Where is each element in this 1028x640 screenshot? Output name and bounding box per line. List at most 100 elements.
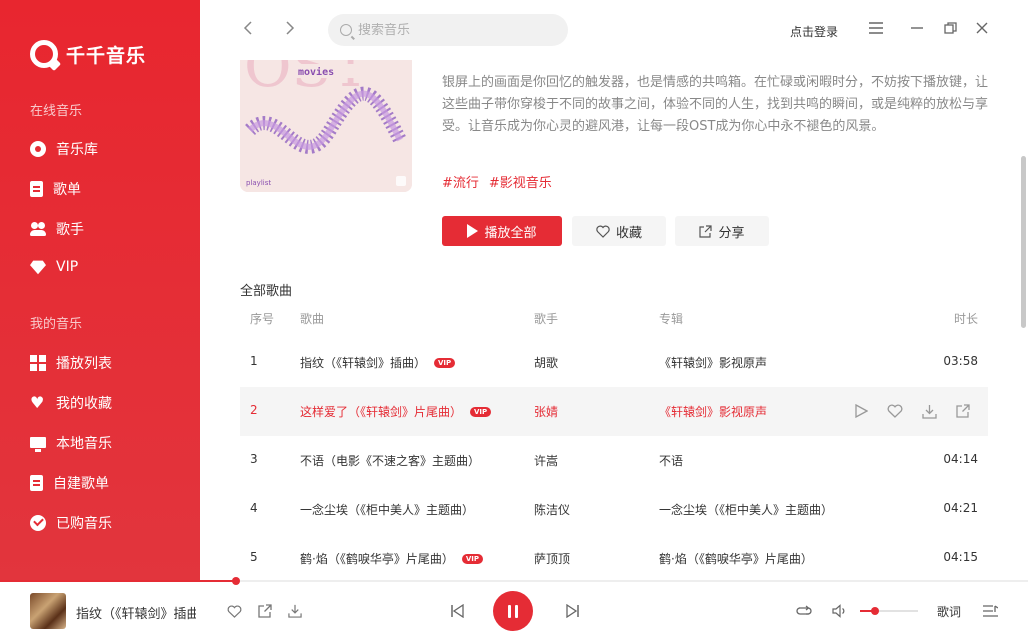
search-input[interactable] — [358, 22, 548, 38]
song-duration: 04:21 — [943, 501, 978, 515]
progress-bar[interactable] — [0, 577, 1028, 585]
sidebar-item-vip[interactable]: VIP — [30, 259, 78, 275]
sidebar-item-play-queue[interactable]: 播放列表 — [30, 353, 112, 373]
song-artist[interactable]: 萨顶顶 — [534, 550, 570, 567]
share-icon — [956, 404, 970, 418]
search-box[interactable] — [328, 14, 568, 46]
sidebar-item-label: 我的收藏 — [56, 396, 112, 412]
header-artist: 歌手 — [534, 312, 559, 326]
online-music-title: 在线音乐 — [30, 104, 83, 119]
cover-tag: playlist — [246, 179, 271, 187]
now-playing-title[interactable]: 指纹（《轩辕剑》插曲） — [76, 603, 196, 622]
song-index: 2 — [250, 403, 258, 417]
song-table-header: 序号 歌曲 歌手 专辑 时长 — [240, 310, 988, 330]
table-row[interactable]: 5 鹤·焰（《鹤唳华亭》片尾曲） VIP 萨顶顶 鹤·焰（《鹤唳华亭》片尾曲） 0… — [240, 534, 988, 580]
song-album[interactable]: 《轩辕剑》影视原声 — [659, 354, 767, 371]
pause-button[interactable] — [493, 591, 533, 631]
sidebar-item-favorites[interactable]: ♥ 我的收藏 — [30, 393, 112, 413]
song-title[interactable]: 不语（电影《不速之客》主题曲） — [300, 452, 480, 469]
vip-badge: VIP — [461, 554, 483, 564]
sidebar-item-label: 已购音乐 — [56, 516, 112, 532]
song-album[interactable]: 鹤·焰（《鹤唳华亭》片尾曲） — [659, 550, 813, 567]
loop-mode-button[interactable] — [794, 601, 814, 621]
vip-diamond-icon — [30, 260, 46, 275]
play-icon — [467, 224, 479, 238]
restore-button[interactable] — [940, 18, 960, 38]
tag-link[interactable]: #流行 — [442, 172, 479, 191]
song-artist[interactable]: 陈洁仪 — [534, 501, 570, 518]
song-title[interactable]: 这样爱了（《轩辕剑》片尾曲） VIP — [300, 403, 492, 420]
previous-button[interactable] — [447, 601, 467, 621]
song-index: 4 — [250, 501, 258, 515]
heart-outline-icon — [887, 404, 903, 418]
share-icon — [258, 604, 272, 618]
song-title[interactable]: 一念尘埃（《柜中美人》主题曲） — [300, 501, 474, 518]
song-title[interactable]: 鹤·焰（《鹤唳华亭》片尾曲） VIP — [300, 550, 483, 567]
song-index: 5 — [250, 550, 258, 564]
sidebar-item-artists[interactable]: 歌手 — [30, 219, 84, 239]
vip-badge: VIP — [434, 358, 456, 368]
heart-outline-icon — [227, 605, 241, 618]
share-label: 分享 — [718, 225, 745, 241]
song-album[interactable]: 一念尘埃（《柜中美人》主题曲） — [659, 501, 833, 518]
sidebar-item-my-playlists[interactable]: 自建歌单 — [30, 473, 109, 493]
app-name: 千千音乐 — [66, 44, 147, 67]
share-icon — [699, 224, 713, 238]
row-play-button[interactable] — [852, 402, 870, 420]
song-album[interactable]: 不语 — [659, 452, 683, 469]
playlist-icon — [30, 181, 43, 197]
back-button[interactable] — [238, 20, 258, 40]
download-button[interactable] — [285, 601, 305, 621]
table-row[interactable]: 3 不语（电影《不速之客》主题曲） 许嵩 不语 04:14 — [240, 436, 988, 485]
top-bar: 点击登录 — [200, 0, 1028, 60]
header-album: 专辑 — [659, 312, 684, 326]
forward-button[interactable] — [280, 20, 300, 40]
volume-handle[interactable] — [870, 607, 879, 615]
song-artist[interactable]: 张婧 — [534, 403, 558, 420]
progress-fill — [0, 580, 237, 582]
song-title[interactable]: 指纹（《轩辕剑》插曲） VIP — [300, 354, 456, 371]
volume-slider[interactable] — [860, 607, 918, 615]
collect-button[interactable]: 收藏 — [572, 216, 666, 246]
sidebar-item-playlists[interactable]: 歌单 — [30, 179, 81, 199]
lyrics-button[interactable]: 歌词 — [937, 603, 961, 620]
table-row[interactable]: 4 一念尘埃（《柜中美人》主题曲） 陈洁仪 一念尘埃（《柜中美人》主题曲） 04… — [240, 485, 988, 534]
tag-link[interactable]: #影视音乐 — [489, 172, 552, 191]
playlist-queue-button[interactable] — [980, 601, 1000, 621]
next-button[interactable] — [563, 601, 583, 621]
share-button[interactable] — [255, 601, 275, 621]
like-button[interactable] — [224, 601, 244, 621]
minimize-button[interactable] — [907, 18, 927, 38]
volume-button[interactable] — [829, 601, 849, 621]
now-playing-cover[interactable] — [30, 593, 66, 629]
table-row[interactable]: 1 指纹（《轩辕剑》插曲） VIP 胡歌 《轩辕剑》影视原声 03:58 — [240, 338, 988, 387]
progress-handle[interactable] — [232, 577, 241, 585]
logo-icon — [30, 40, 58, 68]
skip-next-icon — [566, 604, 579, 618]
chevron-right-icon — [286, 21, 295, 35]
close-button[interactable] — [972, 18, 992, 38]
vip-badge: VIP — [470, 407, 492, 417]
close-icon — [976, 22, 988, 34]
song-album[interactable]: 《轩辕剑》影视原声 — [659, 403, 767, 420]
row-like-button[interactable] — [886, 402, 904, 420]
sidebar-item-local-music[interactable]: 本地音乐 — [30, 433, 112, 453]
row-share-button[interactable] — [954, 402, 972, 420]
menu-button[interactable] — [866, 18, 886, 38]
play-all-label: 播放全部 — [484, 225, 537, 241]
app-logo[interactable]: 千千音乐 — [30, 40, 146, 68]
login-link[interactable]: 点击登录 — [790, 23, 838, 40]
sidebar-item-music-library[interactable]: 音乐库 — [30, 139, 98, 159]
sidebar-item-label: 歌手 — [56, 222, 84, 238]
song-duration: 04:14 — [943, 452, 978, 466]
row-download-button[interactable] — [920, 402, 938, 420]
share-button[interactable]: 分享 — [675, 216, 769, 246]
play-all-button[interactable]: 播放全部 — [442, 216, 562, 246]
sidebar-item-purchased[interactable]: 已购音乐 — [30, 513, 112, 533]
my-music-title: 我的音乐 — [30, 317, 83, 332]
table-row[interactable]: 2 这样爱了（《轩辕剑》片尾曲） VIP 张婧 《轩辕剑》影视原声 — [240, 387, 988, 436]
song-list: 1 指纹（《轩辕剑》插曲） VIP 胡歌 《轩辕剑》影视原声 03:58 2 这样… — [240, 338, 988, 580]
song-artist[interactable]: 许嵩 — [534, 452, 558, 469]
scrollbar-thumb[interactable] — [1021, 156, 1026, 328]
song-artist[interactable]: 胡歌 — [534, 354, 558, 371]
